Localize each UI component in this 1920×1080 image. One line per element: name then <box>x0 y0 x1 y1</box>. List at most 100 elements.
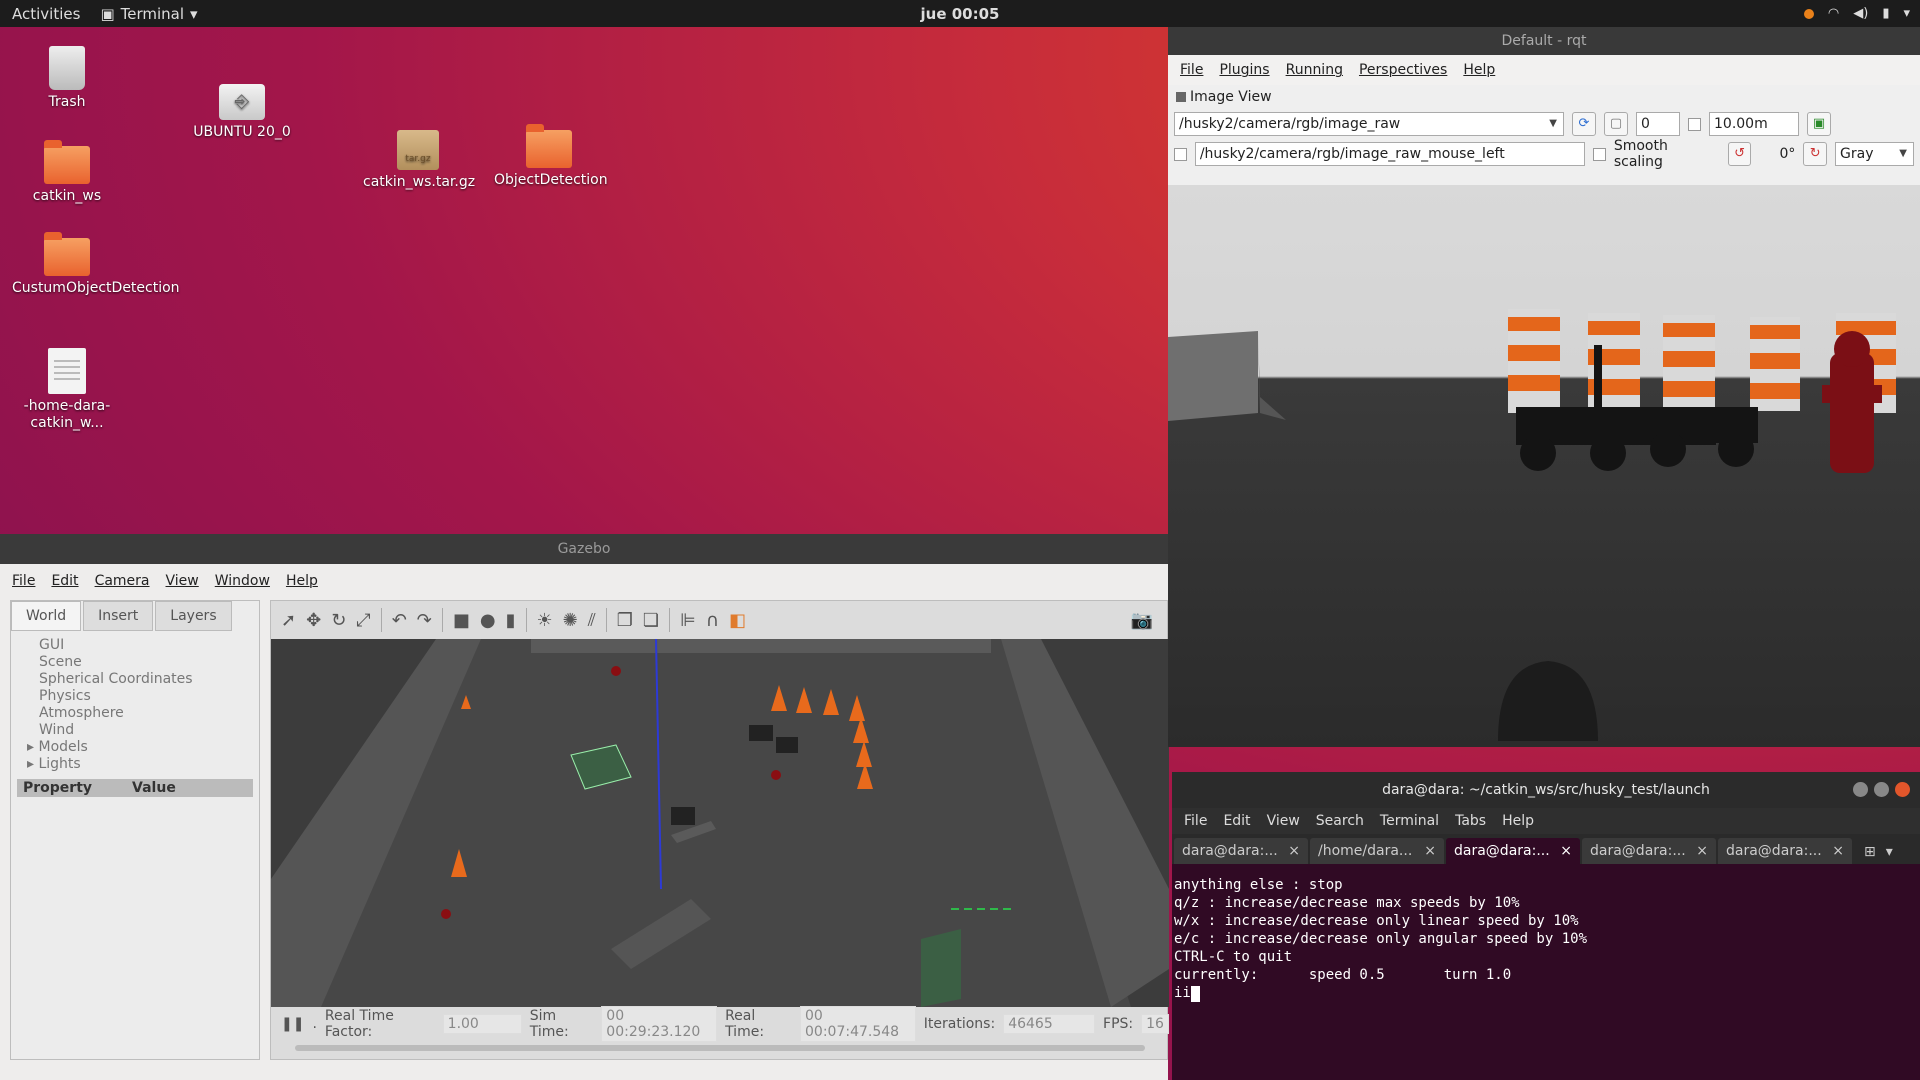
menu-edit[interactable]: Edit <box>1223 813 1250 829</box>
menu-file[interactable]: File <box>12 573 35 589</box>
terminal-tab[interactable]: dara@dara:... × <box>1582 838 1716 864</box>
close-icon[interactable]: × <box>1424 843 1436 859</box>
desktop-icon-custumobjectdetection[interactable]: CustumObjectDetection <box>12 232 180 297</box>
minimize-icon[interactable] <box>1853 782 1868 797</box>
terminal-tab-active[interactable]: dara@dara:... × <box>1446 838 1580 864</box>
topic-select[interactable]: /husky2/camera/rgb/image_raw ▼ <box>1174 112 1564 136</box>
snap-icon[interactable]: ∩ <box>706 610 719 631</box>
screenshot-icon[interactable]: 📷 <box>1131 610 1153 631</box>
rotate-left-button[interactable]: ↺ <box>1727 142 1752 166</box>
tab-insert[interactable]: Insert <box>83 601 154 631</box>
close-icon[interactable]: × <box>1560 843 1572 859</box>
activities-button[interactable]: Activities <box>0 5 92 23</box>
desktop-icon-catkin-ws[interactable]: catkin_ws <box>12 140 122 205</box>
gazebo-3d-viewport[interactable] <box>271 639 1169 1007</box>
terminal-input[interactable]: ii <box>1174 985 1191 1001</box>
tree-item-spherical-coordinates[interactable]: Spherical Coordinates <box>39 671 259 688</box>
desktop-icon-trash[interactable]: Trash <box>12 46 122 111</box>
close-icon[interactable]: × <box>1832 843 1844 859</box>
tree-item-physics[interactable]: Physics <box>39 688 259 705</box>
tree-item-lights[interactable]: ▸ Lights <box>27 756 259 773</box>
undo-icon[interactable]: ↶ <box>392 610 407 631</box>
menu-running[interactable]: Running <box>1286 62 1343 78</box>
menu-view[interactable]: View <box>1267 813 1300 829</box>
tree-item-atmosphere[interactable]: Atmosphere <box>39 705 259 722</box>
menu-file[interactable]: File <box>1180 62 1203 78</box>
menu-camera[interactable]: Camera <box>95 573 150 589</box>
align-icon[interactable]: ⊫ <box>680 610 696 631</box>
terminal-prompt-line[interactable]: ii <box>1174 984 1918 1002</box>
tree-item-wind[interactable]: Wind <box>39 722 259 739</box>
box-shape-icon[interactable]: ■ <box>453 610 470 631</box>
cylinder-shape-icon[interactable]: ▮ <box>506 610 516 631</box>
terminal-title[interactable]: dara@dara: ~/catkin_ws/src/husky_test/la… <box>1172 772 1920 808</box>
spot-light-icon[interactable]: ✺ <box>563 610 578 631</box>
tab-layers[interactable]: Layers <box>155 601 232 631</box>
menu-tabs[interactable]: Tabs <box>1455 813 1486 829</box>
copy-icon[interactable]: ❐ <box>617 610 633 631</box>
dynamic-range-checkbox[interactable] <box>1688 117 1701 131</box>
clock[interactable]: jue 00:05 <box>921 5 1000 23</box>
terminal-output[interactable]: anything else : stop q/z : increase/decre… <box>1172 864 1920 1002</box>
app-menu[interactable]: ▣ Terminal ▾ <box>92 5 205 23</box>
horizontal-scrollbar[interactable] <box>295 1045 1145 1051</box>
expand-arrow-icon[interactable]: ▸ <box>27 739 34 755</box>
view-angle-icon[interactable]: ◧ <box>729 610 746 631</box>
chevron-down-icon[interactable]: ▾ <box>1886 844 1897 864</box>
menu-search[interactable]: Search <box>1316 813 1364 829</box>
publish-click-checkbox[interactable] <box>1174 147 1187 161</box>
desktop-icon-usb[interactable]: ⎆ UBUNTU 20_0 <box>187 84 297 141</box>
point-light-icon[interactable]: ☀ <box>537 610 553 631</box>
smooth-scaling-checkbox[interactable] <box>1593 147 1606 161</box>
rqt-title[interactable]: Default - rqt <box>1168 27 1920 55</box>
menu-help[interactable]: Help <box>1463 62 1495 78</box>
desktop-icon-file[interactable]: -home-dara-catkin_w... <box>12 348 122 432</box>
menu-help[interactable]: Help <box>1502 813 1534 829</box>
menu-perspectives[interactable]: Perspectives <box>1359 62 1447 78</box>
max-range-spinbox[interactable]: 10.00m <box>1709 112 1799 136</box>
system-tray[interactable]: ◠ ◀) ▮ ▾ <box>1803 0 1910 27</box>
menu-window[interactable]: Window <box>215 573 270 589</box>
close-icon[interactable] <box>1895 782 1910 797</box>
desktop-icon-archive[interactable]: tar.gz catkin_ws.tar.gz <box>363 130 475 191</box>
terminal-tab[interactable]: dara@dara:... × <box>1174 838 1308 864</box>
menu-view[interactable]: View <box>166 573 199 589</box>
close-icon[interactable]: × <box>1696 843 1708 859</box>
mouse-topic-input[interactable]: /husky2/camera/rgb/image_raw_mouse_left <box>1194 142 1585 166</box>
tab-world[interactable]: World <box>11 601 82 631</box>
tree-item-scene[interactable]: Scene <box>39 654 259 671</box>
menu-terminal[interactable]: Terminal <box>1380 813 1439 829</box>
menu-plugins[interactable]: Plugins <box>1219 62 1269 78</box>
menu-edit[interactable]: Edit <box>51 573 78 589</box>
gazebo-title[interactable]: Gazebo <box>0 534 1168 564</box>
menu-help[interactable]: Help <box>286 573 318 589</box>
update-indicator-icon[interactable] <box>1803 8 1814 19</box>
close-icon[interactable]: × <box>1288 843 1300 859</box>
translate-tool-icon[interactable]: ✥ <box>306 610 321 631</box>
rotate-right-button[interactable]: ↻ <box>1803 142 1828 166</box>
refresh-topics-button[interactable]: ⟳ <box>1572 112 1596 136</box>
maximize-icon[interactable] <box>1874 782 1889 797</box>
tree-item-models[interactable]: ▸ Models <box>27 739 259 756</box>
pause-button[interactable]: ❚❚ <box>281 1016 304 1032</box>
new-tab-icon[interactable]: ⊞ <box>1854 844 1884 864</box>
color-scheme-select[interactable]: Gray ▼ <box>1835 142 1914 166</box>
zoom-1-button[interactable]: ▢ <box>1604 112 1628 136</box>
redo-icon[interactable]: ↷ <box>417 610 432 631</box>
save-image-button[interactable]: ▣ <box>1807 112 1831 136</box>
scale-tool-icon[interactable]: ⤢ <box>356 610 370 631</box>
tree-item-gui[interactable]: GUI <box>39 637 259 654</box>
sphere-shape-icon[interactable]: ● <box>480 610 496 631</box>
expand-arrow-icon[interactable]: ▸ <box>27 756 34 772</box>
rotate-tool-icon[interactable]: ↻ <box>331 610 346 631</box>
terminal-tab[interactable]: /home/dara... × <box>1310 838 1444 864</box>
select-tool-icon[interactable]: ➚ <box>281 610 296 631</box>
step-button[interactable]: . <box>312 1016 316 1032</box>
directional-light-icon[interactable]: ⫽ <box>588 610 596 631</box>
terminal-tab[interactable]: dara@dara:... × <box>1718 838 1852 864</box>
paste-icon[interactable]: ❏ <box>643 610 659 631</box>
desktop-icon-objectdetection[interactable]: ObjectDetection <box>494 124 608 189</box>
camera-image-view[interactable] <box>1168 185 1920 747</box>
value-spinbox[interactable]: 0 <box>1636 112 1680 136</box>
menu-file[interactable]: File <box>1184 813 1207 829</box>
